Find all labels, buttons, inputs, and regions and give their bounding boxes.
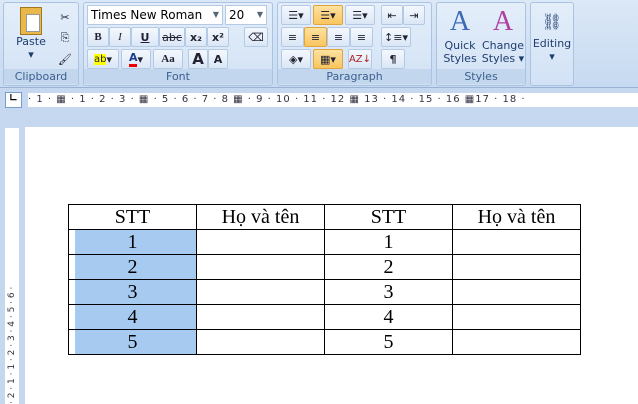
- highlight-icon: ab: [93, 53, 107, 65]
- vertical-ruler[interactable]: · 2 · 1 · 1 · 2 · 3 · 4 · 5 · 6 ·: [5, 128, 19, 404]
- paste-label: Paste: [16, 35, 46, 48]
- change-styles-icon: A: [492, 6, 514, 37]
- align-left-icon[interactable]: ≡: [281, 27, 304, 47]
- underline-button[interactable]: U: [131, 27, 159, 47]
- borders-icon[interactable]: ▦▾: [313, 49, 343, 69]
- numbering-icon[interactable]: ☰▾: [313, 5, 343, 25]
- clipboard-group: Paste ▾ ✂ ⎘ 🖌 Clipboard: [3, 2, 79, 86]
- table-cell[interactable]: [196, 279, 325, 305]
- show-formatting-button[interactable]: ¶: [381, 49, 405, 69]
- superscript-button[interactable]: x²: [207, 27, 229, 47]
- table-row: 22: [68, 254, 581, 280]
- font-group: Times New Roman ▼ 20 ▼ B I U abc x₂ x² ⌫ a…: [83, 2, 273, 86]
- font-color-icon: A: [128, 51, 138, 67]
- table-cell[interactable]: 4: [68, 304, 197, 330]
- increase-indent-icon[interactable]: ⇥: [403, 5, 425, 25]
- change-styles-button[interactable]: A Change Styles ▾: [481, 5, 525, 65]
- header-cell[interactable]: Họ và tên: [452, 204, 581, 230]
- table-row: 11: [68, 229, 581, 255]
- table-cell[interactable]: [452, 279, 581, 305]
- table-cell[interactable]: [196, 304, 325, 330]
- editing-label: Editing: [532, 37, 572, 50]
- paste-button[interactable]: Paste ▾: [10, 7, 52, 63]
- table-cell[interactable]: [452, 229, 581, 255]
- header-cell[interactable]: STT: [68, 204, 197, 230]
- grow-font-button[interactable]: A: [188, 49, 208, 69]
- table-cell[interactable]: 4: [324, 304, 453, 330]
- quick-styles-button[interactable]: AQuick Styles ▾: [439, 5, 481, 78]
- horizontal-ruler[interactable]: ∟ · 1 · ▦ · 1 · 2 · 3 · ▦ · 5 · 6 · 7 · …: [0, 90, 638, 110]
- table-row: 44: [68, 304, 581, 330]
- paragraph-label: Paragraph: [278, 69, 431, 84]
- table-row: 55: [68, 329, 581, 355]
- change-styles-label: Change Styles ▾: [481, 39, 525, 65]
- table-cell[interactable]: 1: [324, 229, 453, 255]
- ruler-scale: · 1 · ▦ · 1 · 2 · 3 · ▦ · 5 · 6 · 7 · 8 …: [28, 93, 638, 107]
- subscript-button[interactable]: x₂: [185, 27, 207, 47]
- table-cell[interactable]: [196, 229, 325, 255]
- multilevel-list-icon[interactable]: ☰▾: [345, 5, 375, 25]
- sort-icon[interactable]: AZ↓: [348, 49, 372, 69]
- clipboard-label: Clipboard: [4, 69, 78, 84]
- clipboard-icon: [20, 7, 42, 35]
- quick-styles-icon: A: [449, 6, 471, 37]
- binoculars-icon: ⛓: [541, 12, 563, 31]
- font-name-select[interactable]: Times New Roman ▼: [87, 5, 223, 25]
- font-size-select[interactable]: 20 ▼: [225, 5, 267, 25]
- table-cell[interactable]: 1: [68, 229, 197, 255]
- ribbon: Paste ▾ ✂ ⎘ 🖌 Clipboard Times New Roman ▼ …: [0, 0, 638, 88]
- shading-icon[interactable]: ◈▾: [281, 49, 311, 69]
- table-cell[interactable]: 2: [68, 254, 197, 280]
- table-cell[interactable]: 5: [324, 329, 453, 355]
- header-cell[interactable]: STT: [324, 204, 453, 230]
- document-page[interactable]: STT Họ và tên STT Họ và tên 11 22 33 44 …: [25, 127, 638, 404]
- font-color-button[interactable]: A ▾: [121, 49, 151, 69]
- table-header-row: STT Họ và tên STT Họ và tên: [68, 204, 581, 230]
- table-cell[interactable]: [196, 329, 325, 355]
- strikethrough-button[interactable]: abc: [159, 27, 185, 47]
- cut-icon[interactable]: ✂: [56, 7, 74, 27]
- table-cell[interactable]: 2: [324, 254, 453, 280]
- align-center-icon[interactable]: ≡: [304, 27, 327, 47]
- font-size-value: 20: [229, 8, 245, 22]
- shrink-font-button[interactable]: A: [208, 49, 228, 69]
- change-case-button[interactable]: Aa: [153, 49, 183, 69]
- bold-button[interactable]: B: [87, 27, 109, 47]
- format-painter-icon[interactable]: 🖌: [56, 49, 74, 69]
- editing-button[interactable]: ⛓ Editing ▾: [531, 7, 573, 63]
- table-cell[interactable]: [452, 329, 581, 355]
- align-right-icon[interactable]: ≡: [327, 27, 350, 47]
- tab-selector-icon[interactable]: ∟: [5, 92, 22, 108]
- decrease-indent-icon[interactable]: ⇤: [381, 5, 403, 25]
- editing-group: ⛓ Editing ▾: [530, 2, 574, 86]
- italic-button[interactable]: I: [109, 27, 131, 47]
- table-cell[interactable]: 3: [68, 279, 197, 305]
- table-cell[interactable]: 3: [324, 279, 453, 305]
- table-cell[interactable]: [452, 254, 581, 280]
- header-cell[interactable]: Họ và tên: [196, 204, 325, 230]
- paragraph-group: ☰▾ ☰▾ ☰▾ ⇤ ⇥ ≡ ≡ ≡ ≡ ↕≡▾ ◈▾ ▦▾ AZ↓ ¶ Par…: [277, 2, 432, 86]
- highlight-button[interactable]: ab ▾: [87, 49, 119, 69]
- line-spacing-icon[interactable]: ↕≡▾: [381, 27, 411, 47]
- font-label: Font: [84, 69, 272, 84]
- table-cell[interactable]: [196, 254, 325, 280]
- document-table[interactable]: STT Họ và tên STT Họ và tên 11 22 33 44 …: [68, 204, 581, 355]
- font-name-value: Times New Roman: [91, 8, 203, 22]
- bullets-icon[interactable]: ☰▾: [281, 5, 311, 25]
- justify-icon[interactable]: ≡: [350, 27, 373, 47]
- table-row: 33: [68, 279, 581, 305]
- clear-formatting-icon[interactable]: ⌫: [244, 27, 268, 47]
- table-cell[interactable]: [452, 304, 581, 330]
- styles-group: AQuick Styles ▾ AChange Styles ▾ Styles: [436, 2, 526, 86]
- styles-label: Styles: [437, 69, 525, 84]
- copy-icon[interactable]: ⎘: [56, 28, 74, 48]
- table-cell[interactable]: 5: [68, 329, 197, 355]
